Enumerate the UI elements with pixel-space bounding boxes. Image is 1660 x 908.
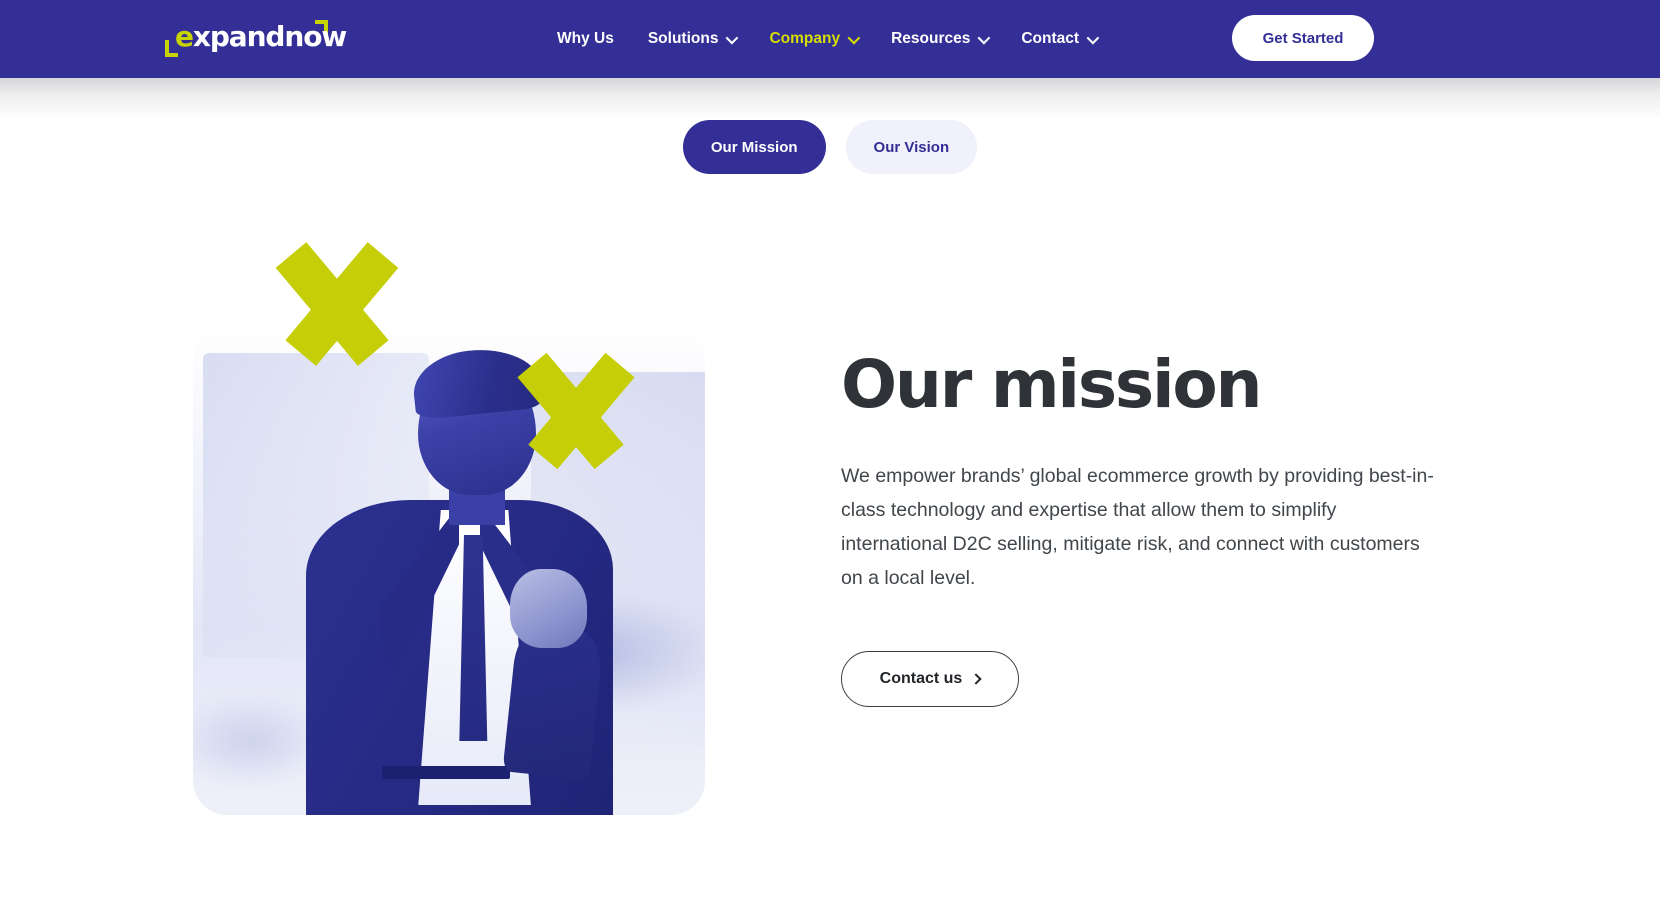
page-root: expandnow Why Us Solutions Company Resou… <box>0 0 1660 908</box>
mission-paragraph: We empower brands’ global ecommerce grow… <box>841 464 1434 589</box>
main-navigation: Why Us Solutions Company Resources Conta… <box>540 0 1113 78</box>
nav-item-company[interactable]: Company <box>752 30 874 48</box>
mission-visual <box>193 255 705 815</box>
chevron-down-icon <box>726 31 739 44</box>
nav-label: Solutions <box>647 30 719 47</box>
mission-vision-tabs: Our Mission Our Vision <box>0 120 1660 174</box>
chevron-up-decoration-large-icon <box>245 255 430 375</box>
header-shadow <box>0 78 1660 120</box>
tab-our-mission[interactable]: Our Mission <box>682 120 826 174</box>
contact-us-button[interactable]: Contact us <box>841 650 1019 707</box>
page-title: Our mission <box>841 346 1263 423</box>
chevron-down-icon <box>847 31 861 44</box>
contact-us-label: Contact us <box>879 669 963 687</box>
mission-text-column: Our mission We empower brands’ global ec… <box>841 255 1481 707</box>
nav-label: Contact <box>1021 30 1080 47</box>
photo-figure-belt <box>382 765 511 779</box>
mission-section: Our mission We empower brands’ global ec… <box>0 255 1660 815</box>
nav-item-resources[interactable]: Resources <box>874 30 1004 48</box>
logo-rest-letters: xpandnow <box>192 20 347 53</box>
nav-label: Why Us <box>557 30 614 47</box>
nav-item-why-us[interactable]: Why Us <box>540 30 631 48</box>
photo-figure-fist <box>510 569 588 648</box>
nav-item-solutions[interactable]: Solutions <box>631 30 753 48</box>
chevron-down-icon <box>977 31 991 44</box>
nav-label: Resources <box>891 30 971 47</box>
chevron-down-icon <box>1086 31 1100 44</box>
chevron-right-icon <box>970 673 982 685</box>
brand-logo[interactable]: expandnow <box>163 16 347 62</box>
logo-text: expandnow <box>175 20 347 53</box>
chevron-up-decoration-small-icon <box>493 365 643 475</box>
site-header: expandnow Why Us Solutions Company Resou… <box>0 0 1660 78</box>
logo-accent-letter: e <box>175 20 194 53</box>
tab-our-vision[interactable]: Our Vision <box>845 120 978 174</box>
nav-label: Company <box>769 30 841 47</box>
get-started-button[interactable]: Get Started <box>1232 15 1374 61</box>
nav-item-contact[interactable]: Contact <box>1004 30 1113 48</box>
